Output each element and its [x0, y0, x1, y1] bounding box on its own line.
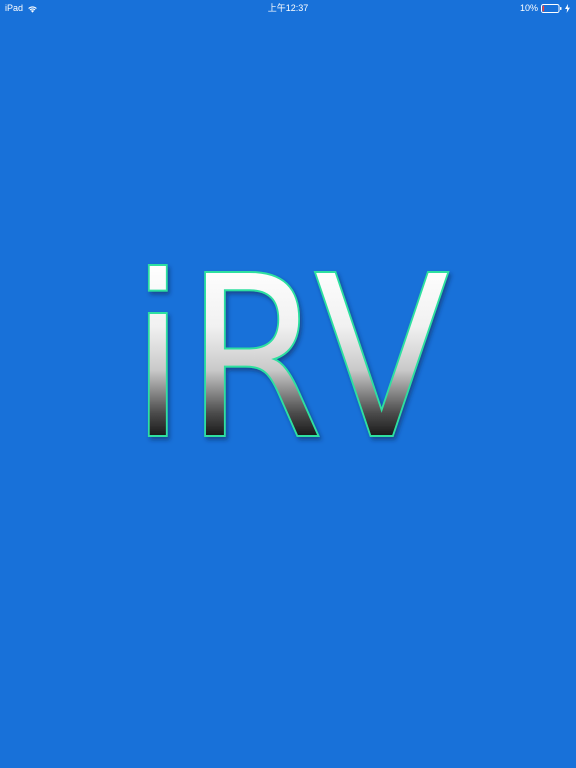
irv-logo: iRV — [129, 227, 451, 491]
logo-text: iRV — [130, 228, 450, 490]
splash-screen: iPad 上午12:37 10% iRV — [0, 0, 576, 768]
